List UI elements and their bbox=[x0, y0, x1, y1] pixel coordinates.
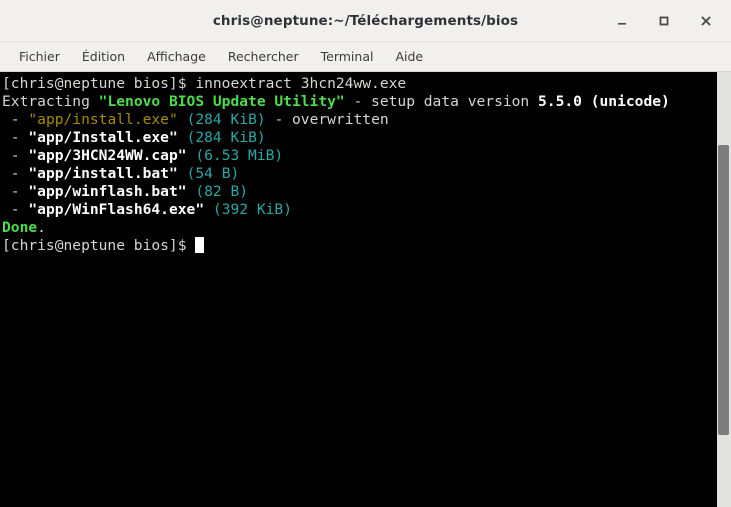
text-cursor bbox=[195, 237, 205, 253]
archive-title: "Lenovo BIOS Update Utility" bbox=[98, 93, 345, 110]
terminal-line-file: - "app/install.bat" (54 B) bbox=[2, 165, 717, 183]
terminal-line-file: - "app/WinFlash64.exe" (392 KiB) bbox=[2, 201, 717, 219]
minimize-icon bbox=[618, 23, 626, 25]
file-name: "app/Install.exe" bbox=[28, 129, 178, 146]
terminal-window: chris@neptune:~/Téléchargements/bios Fic… bbox=[0, 0, 731, 507]
menu-item-edition[interactable]: Édition bbox=[71, 45, 136, 68]
file-bullet: - bbox=[10, 183, 20, 200]
file-size: (54 B) bbox=[186, 165, 240, 182]
setup-data-label: - setup data version bbox=[353, 93, 530, 110]
minimize-button[interactable] bbox=[605, 6, 639, 36]
maximize-icon bbox=[659, 16, 669, 26]
terminal-line-file: - "app/Install.exe" (284 KiB) bbox=[2, 129, 717, 147]
menubar: Fichier Édition Affichage Rechercher Ter… bbox=[0, 42, 731, 72]
terminal-line-done: Done. bbox=[2, 219, 717, 237]
file-bullet: - bbox=[10, 129, 20, 146]
terminal-line-file: - "app/winflash.bat" (82 B) bbox=[2, 183, 717, 201]
menu-item-aide[interactable]: Aide bbox=[384, 45, 434, 68]
file-size: (82 B) bbox=[195, 183, 249, 200]
terminal-line-file: - "app/3HCN24WW.cap" (6.53 MiB) bbox=[2, 147, 717, 165]
window-title: chris@neptune:~/Téléchargements/bios bbox=[212, 12, 519, 29]
terminal-scrollbar[interactable] bbox=[717, 72, 731, 507]
file-name: "app/install.bat" bbox=[28, 165, 178, 182]
shell-prompt: [chris@neptune bios]$ bbox=[2, 75, 187, 92]
window-controls bbox=[605, 0, 723, 42]
maximize-button[interactable] bbox=[647, 6, 681, 36]
menu-item-affichage[interactable]: Affichage bbox=[136, 45, 217, 68]
terminal-line-prompt: [chris@neptune bios]$ bbox=[2, 237, 717, 255]
shell-command: innoextract 3hcn24ww.exe bbox=[195, 75, 407, 92]
file-bullet: - bbox=[10, 147, 20, 164]
terminal-line-command: [chris@neptune bios]$ innoextract 3hcn24… bbox=[2, 75, 717, 93]
window-titlebar[interactable]: chris@neptune:~/Téléchargements/bios bbox=[0, 0, 731, 42]
file-size: (284 KiB) bbox=[186, 129, 266, 146]
terminal-line-extracting: Extracting "Lenovo BIOS Update Utility" … bbox=[2, 93, 717, 111]
shell-prompt: [chris@neptune bios]$ bbox=[2, 237, 187, 254]
terminal-area[interactable]: [chris@neptune bios]$ innoextract 3hcn24… bbox=[0, 72, 731, 507]
menu-item-terminal[interactable]: Terminal bbox=[310, 45, 385, 68]
file-bullet: - bbox=[10, 165, 20, 182]
extracting-label: Extracting bbox=[2, 93, 90, 110]
setup-data-version: 5.5.0 (unicode) bbox=[538, 93, 670, 110]
file-size: (392 KiB) bbox=[212, 201, 292, 218]
terminal-line-file: - "app/install.exe" (284 KiB) - overwrit… bbox=[2, 111, 717, 129]
scrollbar-thumb[interactable] bbox=[718, 145, 729, 435]
done-label: Done bbox=[2, 219, 38, 236]
file-name: "app/WinFlash64.exe" bbox=[28, 201, 205, 218]
close-icon bbox=[701, 16, 711, 26]
file-name: "app/3HCN24WW.cap" bbox=[28, 147, 187, 164]
file-size: (6.53 MiB) bbox=[195, 147, 284, 164]
file-bullet: - bbox=[10, 111, 20, 128]
terminal-output[interactable]: [chris@neptune bios]$ innoextract 3hcn24… bbox=[0, 72, 717, 507]
file-bullet: - bbox=[10, 201, 20, 218]
file-size: (284 KiB) bbox=[186, 111, 266, 128]
file-name: "app/winflash.bat" bbox=[28, 183, 187, 200]
done-period: . bbox=[37, 219, 46, 236]
menu-item-fichier[interactable]: Fichier bbox=[8, 45, 71, 68]
file-note: - overwritten bbox=[274, 111, 389, 128]
menu-item-rechercher[interactable]: Rechercher bbox=[217, 45, 310, 68]
close-button[interactable] bbox=[689, 6, 723, 36]
file-name: "app/install.exe" bbox=[28, 111, 178, 128]
